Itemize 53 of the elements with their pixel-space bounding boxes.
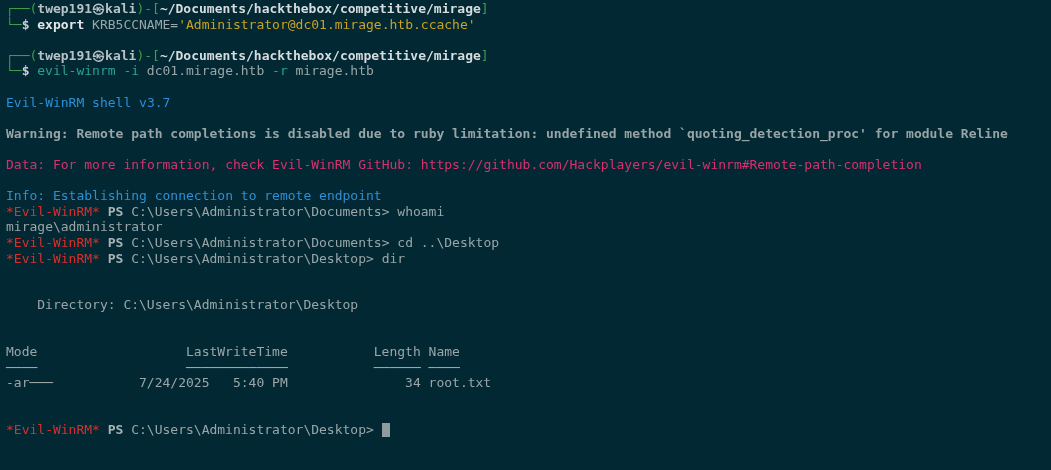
prompt-frame: )-[ [136,47,160,64]
prompt-path: ~/Documents/hackthebox/competitive/mirage [159,47,481,64]
column-rule: ──── [428,359,460,376]
ps-label: PS [107,250,124,267]
prompt-path: ~/Documents/hackthebox/competitive/mirage [159,1,481,17]
prompt-sign: $ [21,16,30,33]
column-header: Mode [6,344,38,360]
table-cell: 7/24/2025 5:40 PM [139,375,288,391]
output-text: mirage\administrator [6,219,163,235]
column-rule: ──── [6,359,38,376]
prompt-frame: └─ [6,16,22,33]
prompt-frame: ] [480,1,489,17]
shell-name: *Evil-WinRM* [6,250,100,267]
cursor [381,422,390,437]
output-text: C:\Users\Administrator\Documents> whoami [131,203,445,220]
output-text: C:\Users\Administrator\Desktop> dir [131,250,406,267]
prompt-sign: $ [21,63,30,79]
prompt-user: twep191㉿kali [37,47,137,64]
warning-message: Warning: Remote path completions is disabled due to ruby limitation: undefined method `quoting_detection_proc' for module Reline [6,125,1008,142]
prompt-frame: └─ [6,63,22,79]
command-argument: mirage.htb [295,63,374,79]
shell-name: *Evil-WinRM* [6,203,100,220]
ps-label: PS [107,234,124,251]
column-header: Length [373,344,421,360]
command-name: export [37,16,85,33]
ps-label: PS [107,203,124,220]
prompt-user: twep191㉿kali [37,1,137,17]
info-message: Info: Establishing connection to remote endpoint [6,188,382,204]
table-cell: 34 [405,375,421,391]
command-option: -r [272,63,288,79]
ps-label: PS [107,422,124,438]
column-header: LastWriteTime [186,344,288,360]
column-rule: ───────────── [186,359,288,376]
shell-name: *Evil-WinRM* [6,422,100,438]
command-name: evil-winrm [37,63,116,79]
info-message: Evil-WinRM shell v3.7 [6,94,171,111]
output-text: C:\Users\Administrator\Desktop> [131,422,374,438]
table-cell: -ar─── [6,375,53,391]
prompt-frame: ┌──( [6,1,38,17]
data-message: Data: For more information, check Evil-WinRM GitHub: https://github.com/Hackplayers/evil-winrm#Remote-path-completion [6,156,922,173]
prompt-frame: )-[ [136,1,160,17]
command-string: 'Administrator@dc01.mirage.htb.ccache' [178,16,476,33]
shell-name: *Evil-WinRM* [6,234,100,251]
prompt-frame: ] [480,47,489,64]
column-rule: ────── [373,359,421,376]
output-text: C:\Users\Administrator\Documents> cd ..\Desktop [131,234,500,251]
prompt-frame: ┌──( [6,47,38,64]
table-cell: root.txt [428,375,492,391]
command-argument: KRB5CCNAME= [92,16,179,33]
column-header: Name [428,344,460,360]
directory-heading: Directory: C:\Users\Administrator\Desktop [37,297,359,313]
command-argument: dc01.mirage.htb [146,63,265,79]
command-option: -i [123,63,140,79]
